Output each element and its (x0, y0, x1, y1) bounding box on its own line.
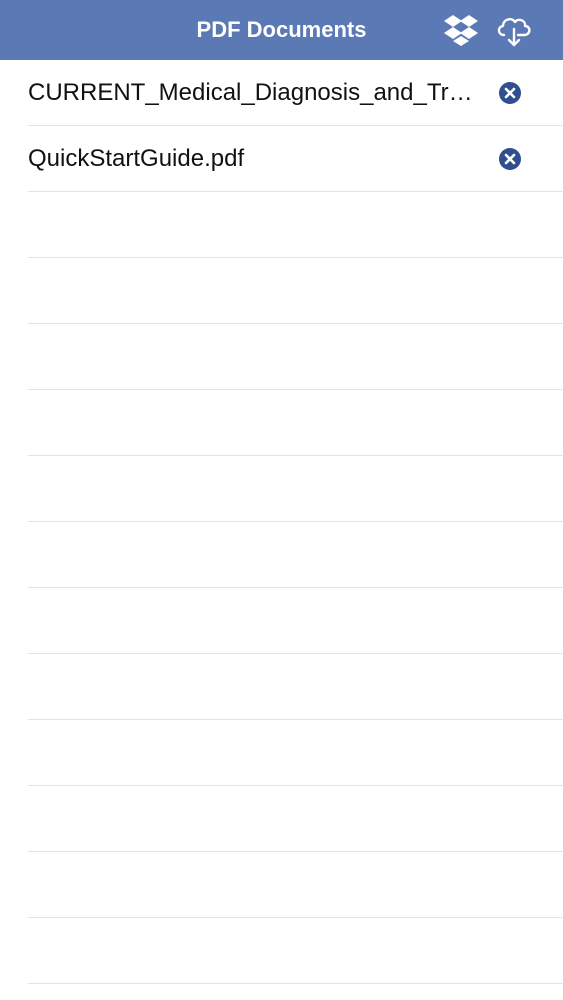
navigation-bar: PDF Documents (0, 0, 563, 60)
dropbox-icon (444, 15, 478, 46)
empty-row (28, 258, 563, 324)
close-circle-icon (499, 148, 521, 170)
cloud-download-button[interactable] (494, 12, 534, 50)
cloud-download-icon (497, 18, 531, 47)
document-list: CURRENT_Medical_Diagnosis_and_Treatment.… (0, 60, 563, 984)
document-name[interactable]: QuickStartGuide.pdf (28, 126, 483, 192)
document-name[interactable]: CURRENT_Medical_Diagnosis_and_Treatment.… (28, 60, 483, 126)
list-item[interactable]: CURRENT_Medical_Diagnosis_and_Treatment.… (28, 60, 563, 126)
empty-row (28, 324, 563, 390)
empty-row (28, 390, 563, 456)
empty-row (28, 456, 563, 522)
empty-row (28, 918, 563, 984)
dropbox-button[interactable] (441, 12, 481, 50)
close-circle-icon (499, 82, 521, 104)
delete-button[interactable] (498, 81, 522, 105)
empty-row (28, 654, 563, 720)
delete-button[interactable] (498, 147, 522, 171)
list-item[interactable]: QuickStartGuide.pdf (28, 126, 563, 192)
empty-row (28, 786, 563, 852)
empty-row (28, 720, 563, 786)
empty-row (28, 588, 563, 654)
app-window: PDF Documents CURRENT_Medical_Diagnosis_… (0, 0, 563, 1000)
empty-row (28, 192, 563, 258)
empty-row (28, 852, 563, 918)
empty-row (28, 522, 563, 588)
